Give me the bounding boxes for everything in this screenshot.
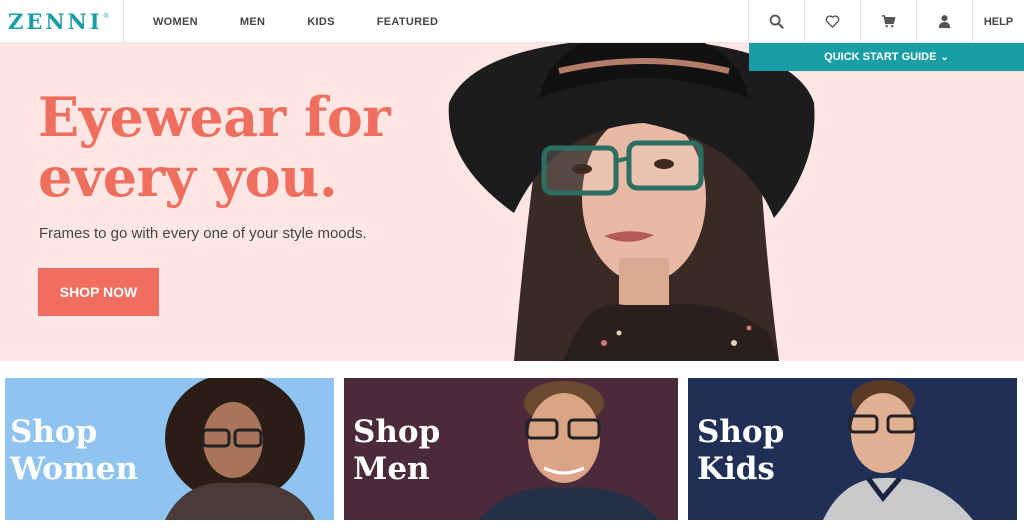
shop-kids-tile[interactable]: Shop Kids: [688, 378, 1017, 520]
hero-subtitle: Frames to go with every one of your styl…: [39, 225, 367, 242]
hero-title: Eyewear for every you.: [38, 85, 391, 209]
nav-featured[interactable]: FEATURED: [377, 16, 438, 28]
shop-men-tile[interactable]: Shop Men: [344, 378, 678, 520]
cart-button[interactable]: [860, 0, 916, 43]
header-icons: HELP: [748, 0, 1024, 43]
hero-model-photo: [448, 43, 815, 361]
account-button[interactable]: [916, 0, 972, 43]
hero-banner: Eyewear for every you. Frames to go with…: [0, 43, 1024, 361]
quick-start-label: QUICK START GUIDE: [824, 51, 937, 63]
search-button[interactable]: [748, 0, 804, 43]
main-nav: WOMEN MEN KIDS FEATURED: [140, 0, 467, 43]
shop-women-tile[interactable]: Shop Women: [5, 378, 334, 520]
shop-men-label: Shop Men: [353, 414, 441, 487]
help-link[interactable]: HELP: [972, 0, 1024, 43]
logo-registered-mark: ®: [103, 13, 109, 20]
nav-men[interactable]: MEN: [240, 16, 265, 28]
wishlist-button[interactable]: [804, 0, 860, 43]
site-header: ZENNI ® WOMEN MEN KIDS FEATURED HELP: [0, 0, 1024, 43]
shop-women-label: Shop Women: [10, 414, 139, 487]
cart-icon: [881, 15, 896, 28]
shop-kids-label: Shop Kids: [697, 414, 785, 487]
heart-icon: [825, 15, 840, 28]
quick-start-guide-button[interactable]: QUICK START GUIDE ⌄: [749, 43, 1024, 71]
shop-now-button[interactable]: SHOP NOW: [38, 268, 159, 316]
women-model-photo: [165, 378, 315, 520]
user-icon: [938, 15, 951, 29]
zenni-logo[interactable]: ZENNI ®: [0, 0, 124, 43]
kids-model-photo: [823, 380, 973, 520]
search-icon: [769, 14, 784, 29]
nav-women[interactable]: WOMEN: [153, 16, 198, 28]
logo-text: ZENNI: [8, 9, 103, 34]
chevron-down-icon: ⌄: [940, 51, 949, 63]
nav-kids[interactable]: KIDS: [307, 16, 334, 28]
men-model-photo: [479, 381, 659, 520]
